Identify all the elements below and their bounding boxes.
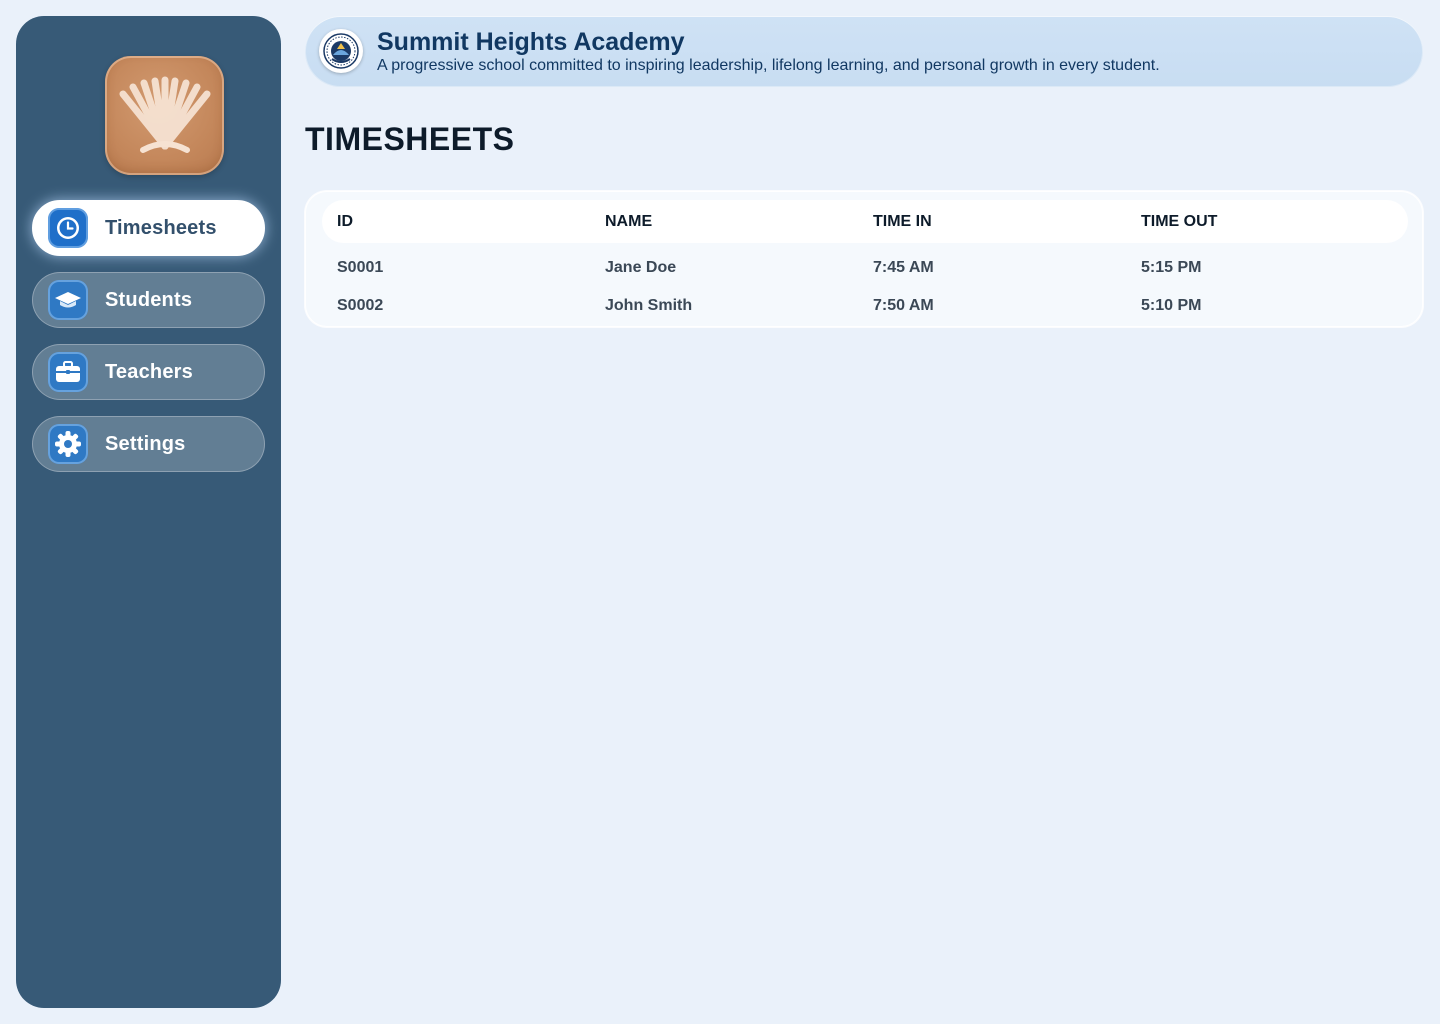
sidebar-item-timesheets[interactable]: Timesheets: [32, 200, 265, 256]
sidebar-item-students[interactable]: Students: [32, 272, 265, 328]
table-header-row: ID NAME TIME IN TIME OUT: [322, 200, 1408, 243]
sidebar-item-settings[interactable]: Settings: [32, 416, 265, 472]
page-title: TIMESHEETS: [305, 121, 515, 157]
cell-time-out: 5:15 PM: [1141, 259, 1202, 276]
column-header-name[interactable]: NAME: [605, 213, 652, 231]
cell-id: S0001: [337, 259, 384, 276]
table-row[interactable]: S0002 John Smith 7:50 AM 5:10 PM: [322, 287, 1408, 325]
fan-logo-icon: [119, 76, 211, 153]
cell-name: John Smith: [605, 297, 693, 314]
sidebar-item-label: Students: [105, 288, 193, 311]
column-header-id[interactable]: ID: [337, 213, 353, 231]
cell-time-in: 7:45 AM: [873, 259, 934, 276]
clock-icon: [48, 208, 88, 248]
cell-time-out: 5:10 PM: [1141, 297, 1202, 314]
school-name: Summit Heights Academy: [377, 28, 685, 56]
sidebar-item-teachers[interactable]: Teachers: [32, 344, 265, 400]
sidebar-item-label: Teachers: [105, 360, 193, 383]
column-header-time-in[interactable]: TIME IN: [873, 213, 932, 231]
sidebar: Timesheets Students Teachers Settings: [16, 16, 281, 1008]
sidebar-item-label: Settings: [105, 432, 186, 455]
cell-time-in: 7:50 AM: [873, 297, 934, 314]
gear-icon: [48, 424, 88, 464]
table-row[interactable]: S0001 Jane Doe 7:45 AM 5:15 PM: [322, 249, 1408, 287]
graduation-cap-icon: [48, 280, 88, 320]
seal-icon: [323, 33, 359, 69]
sidebar-item-label: Timesheets: [105, 216, 217, 239]
school-seal-logo: [319, 29, 363, 73]
cell-id: S0002: [337, 297, 384, 314]
cell-name: Jane Doe: [605, 259, 677, 276]
app-logo[interactable]: [105, 56, 224, 175]
column-header-time-out[interactable]: TIME OUT: [1141, 213, 1217, 231]
briefcase-icon: [48, 352, 88, 392]
school-tagline: A progressive school committed to inspir…: [377, 57, 1160, 74]
school-header: Summit Heights Academy A progressive sch…: [305, 16, 1423, 87]
timesheets-table: ID NAME TIME IN TIME OUT S0001 Jane Doe …: [305, 191, 1423, 327]
